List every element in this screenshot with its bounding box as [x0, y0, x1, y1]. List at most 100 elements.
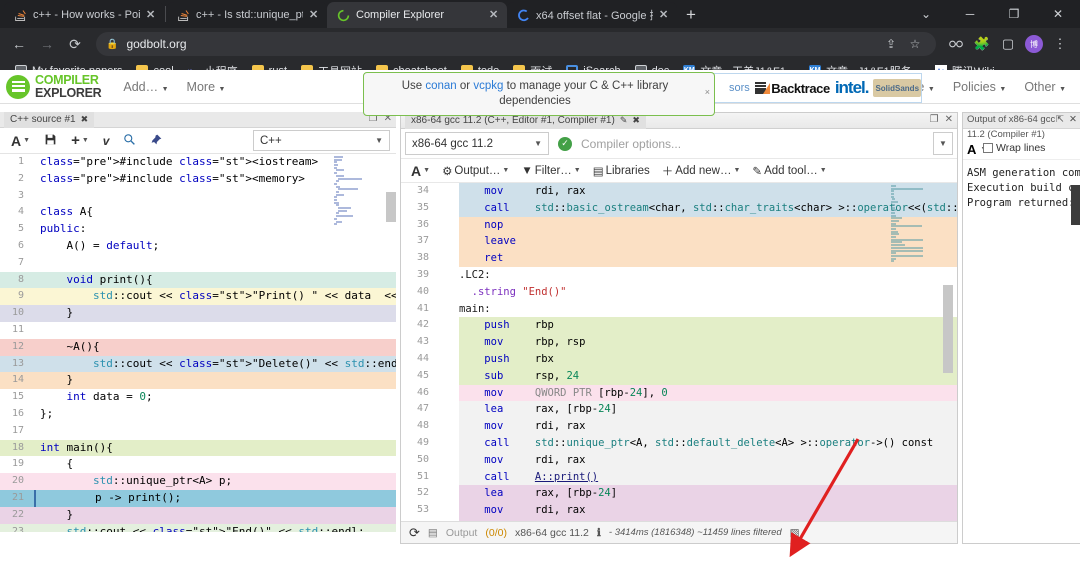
source-code-line[interactable]: 17	[0, 423, 396, 440]
browser-tab-3[interactable]: x64 offset flat - Google 搜索 ✕	[507, 2, 677, 28]
tab-close-icon[interactable]: ✕	[489, 10, 499, 21]
assembly-code-line[interactable]: 51 call A::print()	[401, 469, 957, 486]
reload-icon[interactable]: ⟳	[62, 31, 88, 57]
menu-other[interactable]: Other ▼	[1016, 76, 1074, 98]
profile-avatar[interactable]: 博	[1022, 32, 1046, 56]
add-tool-button[interactable]: ✎Add tool…▼	[746, 162, 832, 180]
back-icon[interactable]: ←	[6, 31, 32, 57]
source-code-line[interactable]: 16};	[0, 406, 396, 423]
vcpkg-link[interactable]: vcpkg	[473, 80, 503, 92]
source-code-line[interactable]: 21 p -> print();	[0, 490, 396, 507]
source-code-line[interactable]: 11	[0, 322, 396, 339]
source-code-line[interactable]: 23 std::cout << class="st">"End()" << st…	[0, 524, 396, 532]
compiler-options-input[interactable]: Compiler options...	[581, 132, 933, 155]
assembly-code-line[interactable]: 44 push rbx	[401, 351, 957, 368]
assembly-code-line[interactable]: 47 lea rax, [rbp-24]	[401, 401, 957, 418]
maximize-icon[interactable]: ❐	[930, 114, 939, 125]
source-code-line[interactable]: 18int main(){	[0, 440, 396, 457]
find-button[interactable]	[116, 131, 143, 151]
tab-close-icon[interactable]: ✕	[146, 10, 156, 21]
filter-button[interactable]: ▼Filter…▼	[515, 163, 586, 179]
close-window-icon[interactable]: ✕	[1036, 0, 1080, 28]
assembly-code-line[interactable]: 42 push rbp	[401, 317, 957, 334]
add-button[interactable]: +▼	[64, 130, 96, 151]
output-vertical-scrollbar[interactable]	[1070, 113, 1080, 543]
source-minimap[interactable]	[334, 156, 386, 266]
assembly-code-line[interactable]: 36 nop	[401, 217, 957, 234]
popout-icon[interactable]: ⇱	[1056, 114, 1064, 125]
new-tab-button[interactable]: +	[677, 2, 705, 28]
assembly-code-line[interactable]: 39.LC2:	[401, 267, 957, 284]
info-icon[interactable]: ℹ	[597, 527, 601, 539]
assembly-code-line[interactable]: 43 mov rbp, rsp	[401, 334, 957, 351]
output-label[interactable]: Output	[446, 527, 478, 539]
assembly-code-line[interactable]: 48 mov rdi, rax	[401, 418, 957, 435]
intel-label[interactable]: intel.	[835, 78, 869, 98]
menu-add[interactable]: Add… ▼	[115, 76, 176, 98]
source-code-line[interactable]: 15 int data = 0;	[0, 389, 396, 406]
assembly-code-line[interactable]: 35 call std::basic_ostream<char, std::ch…	[401, 200, 957, 217]
asm-minimap[interactable]	[891, 185, 941, 365]
source-panel-tab[interactable]: C++ source #1 ✖	[4, 112, 94, 128]
address-bar[interactable]: 🔒 godbolt.org ⇪ ☆	[96, 32, 936, 56]
assembly-code-line[interactable]: 52 lea rax, [rbp-24]	[401, 485, 957, 502]
minimize-icon[interactable]: ─	[948, 0, 992, 28]
assembly-code-line[interactable]: 49 call std::unique_ptr<A, std::default_…	[401, 435, 957, 452]
close-icon[interactable]: ✖	[81, 114, 89, 125]
checkbox-icon[interactable]	[983, 143, 993, 153]
solidsands-label[interactable]: SolidSands	[873, 79, 921, 97]
sponsor-banner[interactable]: Use conan or vcpkg to manage your C & C+…	[363, 72, 715, 116]
assembly-code-line[interactable]: 41main:	[401, 301, 957, 318]
vim-mode-button[interactable]: v	[96, 132, 117, 150]
libraries-button[interactable]: ▤Libraries	[587, 162, 656, 180]
assembly-code-line[interactable]: 38 ret	[401, 250, 957, 267]
assembly-code-line[interactable]: 50 mov rdi, rax	[401, 452, 957, 469]
source-vertical-scrollbar[interactable]	[386, 156, 396, 544]
puzzle-icon[interactable]: 🧩	[970, 32, 994, 56]
save-button[interactable]	[37, 131, 64, 151]
compiler-options-dropdown[interactable]: ▼	[933, 132, 953, 155]
menu-more[interactable]: More ▼	[179, 76, 234, 98]
assembly-code-line[interactable]: 46 mov QWORD PTR [rbp-24], 0	[401, 385, 957, 402]
assembly-code-line[interactable]: 40 .string "End()"	[401, 284, 957, 301]
source-code-line[interactable]: 8 void print(){	[0, 272, 396, 289]
bookmark-star-icon[interactable]: ☆	[904, 33, 926, 55]
glasses-icon[interactable]	[944, 32, 968, 56]
browser-tab-2[interactable]: Compiler Explorer ✕	[327, 2, 507, 28]
browser-tab-1[interactable]: c++ - Is std::unique_ptr<T> re ✕	[167, 2, 327, 28]
tab-close-icon[interactable]: ✕	[309, 10, 319, 21]
conan-link[interactable]: conan	[425, 80, 456, 92]
kebab-menu-icon[interactable]: ⋮	[1048, 32, 1072, 56]
source-code-line[interactable]: 14 }	[0, 372, 396, 389]
source-code-line[interactable]: 13 std::cout << class="st">"Delete()" <<…	[0, 356, 396, 373]
share-icon[interactable]: ⇪	[880, 33, 902, 55]
close-icon[interactable]: ✕	[945, 114, 953, 125]
scrollbar-thumb[interactable]	[386, 192, 396, 222]
tab-close-icon[interactable]: ✕	[659, 10, 669, 21]
assembly-code-area[interactable]: 34 mov rdi, rax35 call std::basic_ostrea…	[401, 183, 957, 537]
maximize-icon[interactable]: ❐	[992, 0, 1036, 28]
pin-button[interactable]	[143, 131, 170, 151]
assembly-code-line[interactable]: 53 mov rdi, rax	[401, 502, 957, 519]
banner-close-icon[interactable]: ×	[705, 87, 710, 99]
tab-search-chevron-icon[interactable]: ⌄	[904, 0, 948, 28]
square-icon[interactable]: ▢	[996, 32, 1020, 56]
assembly-code-line[interactable]: 34 mov rdi, rax	[401, 183, 957, 200]
assembly-code-line[interactable]: 37 leave	[401, 233, 957, 250]
edit-icon[interactable]: ✎	[620, 115, 628, 126]
font-size-button[interactable]: A▼	[405, 161, 436, 181]
ce-logo[interactable]: COMPILER EXPLORER	[6, 74, 101, 99]
browser-tab-0[interactable]: c++ - How works - Pointer / U ✕	[4, 2, 164, 28]
scrollbar-thumb[interactable]	[943, 285, 953, 373]
scrollbar-thumb[interactable]	[1071, 185, 1080, 225]
font-size-button[interactable]: A	[967, 142, 976, 157]
source-code-line[interactable]: 12 ~A(){	[0, 339, 396, 356]
assembly-code-line[interactable]: 45 sub rsp, 24	[401, 368, 957, 385]
source-code-line[interactable]: 20 std::unique_ptr<A> p;	[0, 473, 396, 490]
source-code-line[interactable]: 10 }	[0, 305, 396, 322]
source-code-line[interactable]: 22 }	[0, 507, 396, 524]
bar-chart-icon[interactable]: ▨	[790, 527, 800, 539]
source-code-line[interactable]: 19 {	[0, 456, 396, 473]
add-new-button[interactable]: ＋Add new…▼	[656, 161, 747, 181]
forward-icon[interactable]: →	[34, 31, 60, 57]
